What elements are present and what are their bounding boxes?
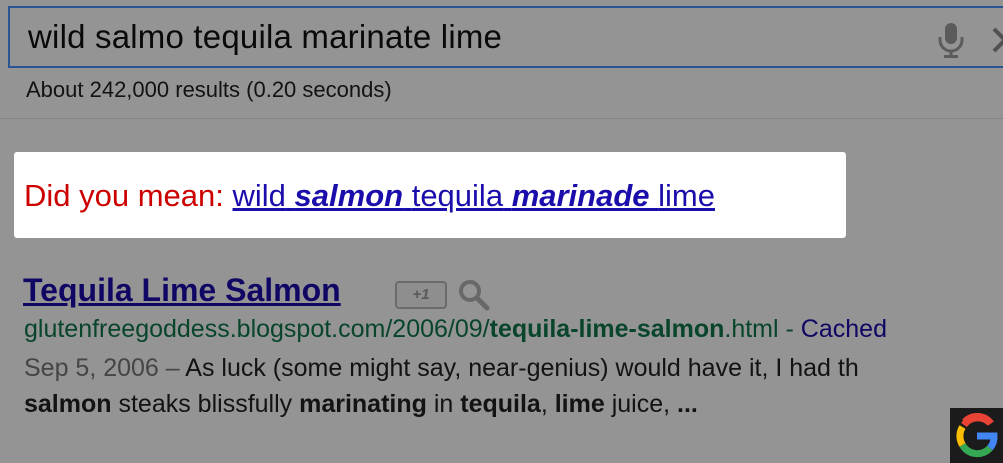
url-separator: - [778, 315, 801, 343]
search-input[interactable]: wild salmo tequila marinate lime [8, 6, 1003, 68]
url-prefix: glutenfreegoddess.blogspot.com/2006/09/ [24, 315, 490, 343]
snippet-date: Sep 5, 2006 [24, 354, 159, 382]
search-results-page: wild salmo tequila marinate lime About 2… [0, 0, 1003, 463]
result-title-link[interactable]: Tequila Lime Salmon [23, 272, 341, 309]
snippet-text: As luck (some might say, near-genius) wo… [185, 354, 859, 382]
snippet-ellipsis: ... [677, 390, 698, 418]
snippet-text: juice, [604, 390, 678, 418]
suggestion-word: lime [658, 178, 715, 213]
result-snippet-line: salmon steaks blissfully marinating in t… [24, 390, 698, 419]
suggestion-corrected-word: salmon [294, 178, 404, 213]
microphone-icon[interactable] [935, 21, 967, 59]
suggestion-word: wild [232, 178, 286, 213]
close-icon[interactable] [988, 20, 1003, 60]
suggestion-corrected-word: marinade [511, 178, 650, 213]
snippet-text: steaks blissfully [111, 390, 300, 418]
result-url: glutenfreegoddess.blogspot.com/2006/09/t… [24, 315, 887, 344]
brand-badge [950, 408, 1003, 463]
google-g-logo-icon [956, 413, 998, 458]
url-suffix: .html [724, 315, 779, 343]
snippet-bold-term: tequila [460, 390, 541, 418]
snippet-text: in [426, 390, 461, 418]
snippet-bold-term: marinating [299, 390, 427, 418]
cached-link[interactable]: Cached [801, 315, 887, 343]
suggestion-word: tequila [411, 178, 504, 213]
spelling-suggestion-box: Did you mean: wild salmon tequila marina… [14, 152, 846, 238]
snippet-text: , [540, 390, 555, 418]
header-divider [0, 118, 1003, 119]
result-snippet-line: Sep 5, 2006 – As luck (some might say, n… [24, 354, 859, 383]
spelling-suggestion-link[interactable]: wild salmon tequila marinade lime [233, 178, 715, 213]
snippet-bold-term: salmon [24, 390, 112, 418]
search-query-text[interactable]: wild salmo tequila marinate lime [28, 18, 502, 56]
url-matched-term: tequila-lime-salmon [489, 315, 725, 343]
did-you-mean-label: Did you mean: [24, 178, 224, 213]
snippet-bold-term: lime [554, 390, 605, 418]
snippet-dash: – [158, 354, 186, 382]
magnifier-icon[interactable] [457, 278, 491, 312]
plus-one-button[interactable]: +1 [395, 281, 447, 309]
results-stats: About 242,000 results (0.20 seconds) [26, 77, 392, 102]
spelling-suggestion-line: Did you mean: wild salmon tequila marina… [24, 178, 715, 214]
